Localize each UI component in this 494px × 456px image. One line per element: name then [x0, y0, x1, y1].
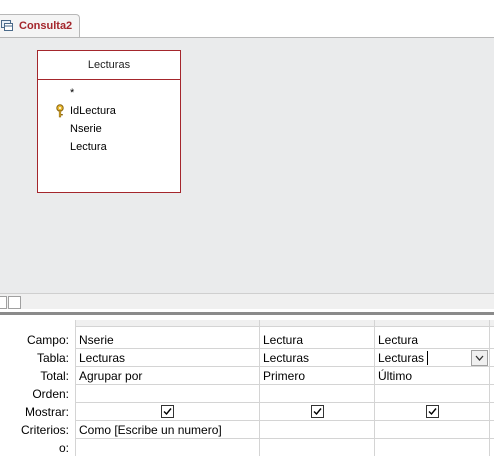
field-item-lectura[interactable]: Lectura — [38, 138, 180, 156]
show-checkbox-3[interactable] — [426, 405, 439, 418]
table-dropdown-button[interactable] — [471, 350, 488, 366]
cell-criterios-1[interactable]: Como [Escribe un numero] — [79, 421, 257, 439]
row-label-tabla: Tabla: — [36, 351, 69, 365]
row-label-total: Total: — [40, 369, 69, 383]
show-checkbox-1[interactable] — [161, 405, 174, 418]
scroll-thumb[interactable] — [8, 296, 21, 309]
row-label-orden: Orden: — [32, 387, 69, 401]
column-selector-bar[interactable] — [75, 320, 494, 327]
primary-key-icon — [56, 104, 64, 118]
cell-total-2[interactable]: Primero — [263, 367, 371, 385]
field-item-all[interactable]: * — [38, 84, 180, 102]
cell-tabla-1[interactable]: Lecturas — [79, 349, 257, 367]
field-item-idlectura[interactable]: IdLectura — [38, 102, 180, 120]
cell-criterios-2[interactable] — [263, 421, 371, 439]
cell-orden-1[interactable] — [79, 385, 257, 403]
row-label-criterios: Criterios: — [20, 423, 69, 437]
design-scrollbar[interactable] — [0, 293, 494, 309]
cell-campo-1[interactable]: Nserie — [79, 331, 257, 349]
tab-consulta2[interactable]: Consulta2 — [0, 14, 80, 38]
scroll-left-button[interactable] — [0, 296, 7, 309]
row-label-campo: Campo: — [26, 333, 69, 347]
cell-total-1[interactable]: Agrupar por — [79, 367, 257, 385]
document-tab-strip: Consulta2 — [0, 0, 494, 38]
cell-orden-3[interactable] — [378, 385, 488, 403]
cell-tabla-2[interactable]: Lecturas — [263, 349, 371, 367]
row-label-mostrar: Mostrar: — [24, 405, 69, 419]
cell-orden-2[interactable] — [263, 385, 371, 403]
field-item-nserie[interactable]: Nserie — [38, 120, 180, 138]
cell-campo-3[interactable]: Lectura — [378, 331, 470, 349]
grid-column-divider — [374, 320, 375, 456]
query-design-grid: Campo: Tabla: Total: Orden: Mostrar: Cri… — [0, 315, 494, 456]
table-field-list[interactable]: Lecturas * IdLectura Nserie Lectura — [37, 50, 181, 193]
query-icon — [1, 20, 13, 31]
query-design-surface[interactable]: Lecturas * IdLectura Nserie Lectura — [0, 37, 494, 293]
field-list-title[interactable]: Lecturas — [38, 51, 180, 80]
grid-column-divider — [75, 320, 76, 456]
show-checkbox-2[interactable] — [311, 405, 324, 418]
tab-label: Consulta2 — [19, 20, 73, 32]
cell-tabla-3[interactable]: Lecturas — [378, 349, 470, 367]
grid-column-divider — [259, 320, 260, 456]
cell-total-3[interactable]: Último — [378, 367, 488, 385]
grid-column-divider — [489, 320, 490, 456]
cell-campo-2[interactable]: Lectura — [263, 331, 371, 349]
chevron-down-icon — [475, 355, 484, 361]
cell-criterios-3[interactable] — [378, 421, 488, 439]
text-cursor — [427, 351, 428, 365]
row-label-o: o: — [58, 441, 69, 455]
